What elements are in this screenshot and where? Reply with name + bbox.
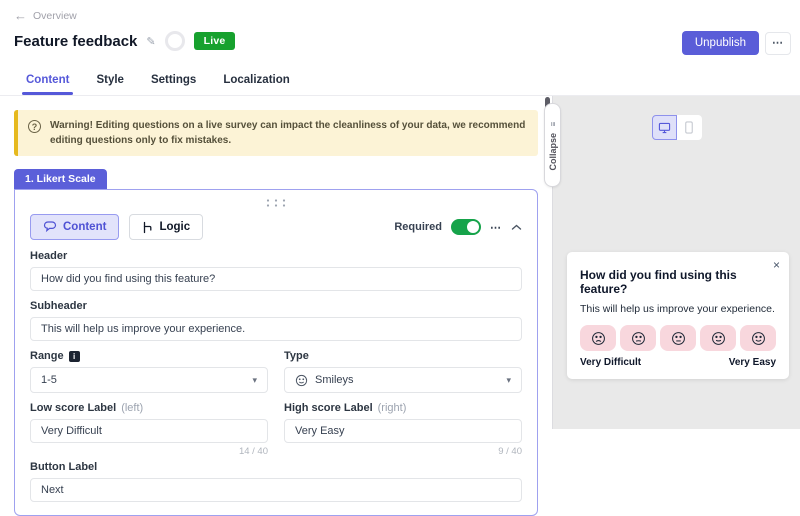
smiley-slight-smile-button[interactable] [700, 325, 736, 351]
branch-icon [142, 221, 153, 234]
question-card: Content Logic Required ⋯ [14, 189, 538, 516]
warning-banner: ? Warning! Editing questions on a live s… [14, 110, 538, 156]
smiley-icon [295, 374, 308, 387]
smiley-slight-frown-button[interactable] [620, 325, 656, 351]
drag-handle-icon[interactable] [30, 196, 522, 212]
logic-tab-button[interactable]: Logic [129, 214, 203, 240]
app-header: ← Overview Feature feedback ✎ Live Unpub… [0, 0, 800, 95]
subheader-input[interactable] [30, 317, 522, 341]
required-label: Required [394, 221, 442, 233]
caret-down-icon: ▾ [506, 375, 511, 386]
subheader-field-label: Subheader [30, 300, 522, 312]
range-select[interactable]: 1-5 ▾ [30, 367, 268, 393]
high-score-field-label: High score Label (right) [284, 402, 522, 414]
smiley-neutral-button[interactable] [660, 325, 696, 351]
header-input[interactable] [30, 267, 522, 291]
range-field-label: Range i [30, 350, 268, 362]
type-field-label: Type [284, 350, 522, 362]
tab-style[interactable]: Style [96, 74, 124, 95]
preview-high-label: Very Easy [729, 357, 776, 368]
page-title: Feature feedback [14, 33, 137, 50]
smiley-smile-button[interactable] [740, 325, 776, 351]
logic-tab-label: Logic [159, 221, 190, 233]
tab-localization[interactable]: Localization [223, 74, 289, 95]
device-toggle [652, 115, 702, 140]
tab-content[interactable]: Content [26, 74, 69, 95]
question-badge[interactable]: 1. Likert Scale [14, 169, 107, 189]
survey-preview-card: × How did you find using this feature? T… [567, 252, 789, 379]
content-tab-label: Content [63, 221, 106, 233]
grip-icon: ≡ [548, 121, 556, 126]
back-link[interactable]: ← Overview [14, 9, 77, 22]
preview-low-label: Very Difficult [580, 357, 641, 368]
type-value: Smileys [315, 374, 354, 386]
warning-text: Warning! Editing questions on a live sur… [50, 118, 528, 148]
chevron-up-icon[interactable] [511, 224, 522, 231]
high-score-counter: 9 / 40 [284, 446, 522, 457]
mobile-preview-button[interactable] [677, 115, 702, 140]
collapse-label: Collapse [548, 133, 558, 171]
back-label: Overview [33, 10, 77, 22]
low-score-field-label: Low score Label (left) [30, 402, 268, 414]
tab-bar: Content Style Settings Localization [26, 74, 290, 95]
chat-bubble-icon [43, 221, 57, 233]
range-value: 1-5 [41, 374, 57, 386]
tab-settings[interactable]: Settings [151, 74, 196, 95]
header-field-label: Header [30, 250, 522, 262]
editor-pane: ? Warning! Editing questions on a live s… [0, 96, 552, 429]
button-label-input[interactable] [30, 478, 522, 502]
type-select[interactable]: Smileys ▾ [284, 367, 522, 393]
edit-title-icon[interactable]: ✎ [146, 35, 155, 48]
back-arrow-icon: ← [14, 9, 27, 22]
header-more-button[interactable]: ⋯ [765, 32, 791, 55]
preview-panel: ≡ Collapse × How did you find using this… [552, 96, 800, 429]
desktop-preview-button[interactable] [652, 115, 677, 140]
low-score-counter: 14 / 40 [30, 446, 268, 457]
info-icon[interactable]: i [69, 351, 80, 362]
smiley-frown-button[interactable] [580, 325, 616, 351]
survey-color-ring[interactable] [165, 31, 185, 51]
question-more-button[interactable]: ⋯ [490, 221, 502, 234]
question-circle-icon: ? [28, 120, 41, 133]
caret-down-icon: ▾ [252, 375, 257, 386]
smiley-scale [580, 325, 776, 351]
preview-question-subtitle: This will help us improve your experienc… [580, 303, 776, 315]
low-score-input[interactable] [30, 419, 268, 443]
content-tab-button[interactable]: Content [30, 214, 119, 240]
required-toggle[interactable] [451, 219, 481, 235]
button-label-field-label: Button Label [30, 461, 522, 473]
collapse-panel-button[interactable]: ≡ Collapse [544, 103, 561, 187]
preview-question-title: How did you find using this feature? [580, 268, 776, 296]
close-icon[interactable]: × [773, 259, 780, 271]
unpublish-button[interactable]: Unpublish [682, 31, 759, 55]
high-score-input[interactable] [284, 419, 522, 443]
status-badge: Live [194, 32, 236, 50]
